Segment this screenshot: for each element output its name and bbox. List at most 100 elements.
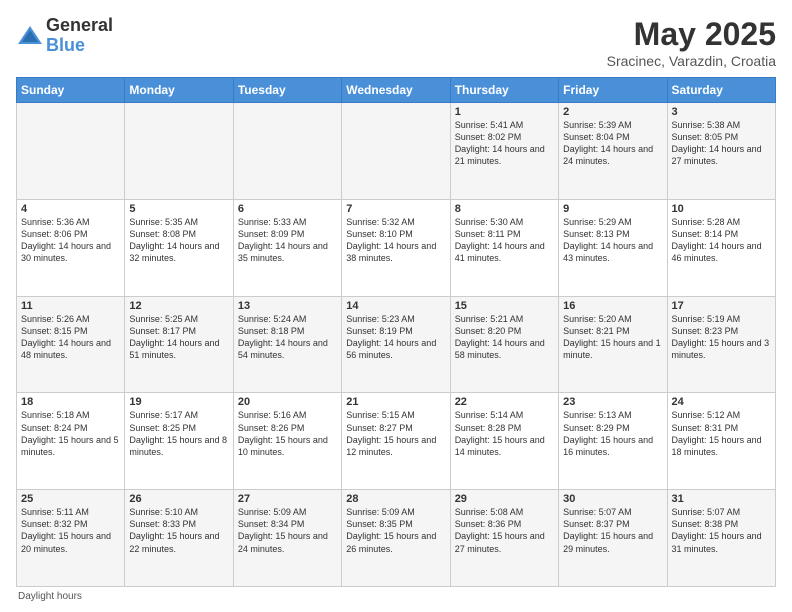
day-info: Sunrise: 5:20 AM Sunset: 8:21 PM Dayligh… (563, 313, 662, 362)
title-block: May 2025 Sracinec, Varazdin, Croatia (607, 16, 776, 69)
header: General Blue May 2025 Sracinec, Varazdin… (16, 16, 776, 69)
logo-icon (16, 22, 44, 50)
day-number: 14 (346, 300, 445, 312)
day-number: 8 (455, 203, 554, 215)
calendar-cell: 7Sunrise: 5:32 AM Sunset: 8:10 PM Daylig… (342, 199, 450, 296)
calendar-cell: 15Sunrise: 5:21 AM Sunset: 8:20 PM Dayli… (450, 296, 558, 393)
day-info: Sunrise: 5:28 AM Sunset: 8:14 PM Dayligh… (672, 216, 771, 265)
day-info: Sunrise: 5:36 AM Sunset: 8:06 PM Dayligh… (21, 216, 120, 265)
footer-note: Daylight hours (16, 591, 776, 602)
col-saturday: Saturday (667, 78, 775, 103)
day-number: 19 (129, 396, 228, 408)
page: General Blue May 2025 Sracinec, Varazdin… (0, 0, 792, 612)
calendar-cell: 25Sunrise: 5:11 AM Sunset: 8:32 PM Dayli… (17, 490, 125, 587)
day-number: 16 (563, 300, 662, 312)
col-monday: Monday (125, 78, 233, 103)
calendar: Sunday Monday Tuesday Wednesday Thursday… (16, 77, 776, 587)
calendar-cell: 2Sunrise: 5:39 AM Sunset: 8:04 PM Daylig… (559, 103, 667, 200)
calendar-cell: 26Sunrise: 5:10 AM Sunset: 8:33 PM Dayli… (125, 490, 233, 587)
day-info: Sunrise: 5:38 AM Sunset: 8:05 PM Dayligh… (672, 119, 771, 168)
calendar-week-1: 1Sunrise: 5:41 AM Sunset: 8:02 PM Daylig… (17, 103, 776, 200)
day-info: Sunrise: 5:12 AM Sunset: 8:31 PM Dayligh… (672, 409, 771, 458)
calendar-cell: 4Sunrise: 5:36 AM Sunset: 8:06 PM Daylig… (17, 199, 125, 296)
day-number: 5 (129, 203, 228, 215)
day-number: 4 (21, 203, 120, 215)
day-number: 28 (346, 493, 445, 505)
day-info: Sunrise: 5:29 AM Sunset: 8:13 PM Dayligh… (563, 216, 662, 265)
day-number: 9 (563, 203, 662, 215)
calendar-cell: 9Sunrise: 5:29 AM Sunset: 8:13 PM Daylig… (559, 199, 667, 296)
day-info: Sunrise: 5:10 AM Sunset: 8:33 PM Dayligh… (129, 506, 228, 555)
calendar-cell: 17Sunrise: 5:19 AM Sunset: 8:23 PM Dayli… (667, 296, 775, 393)
calendar-cell (125, 103, 233, 200)
day-info: Sunrise: 5:23 AM Sunset: 8:19 PM Dayligh… (346, 313, 445, 362)
logo: General Blue (16, 16, 113, 56)
day-info: Sunrise: 5:07 AM Sunset: 8:37 PM Dayligh… (563, 506, 662, 555)
calendar-cell: 10Sunrise: 5:28 AM Sunset: 8:14 PM Dayli… (667, 199, 775, 296)
calendar-cell: 23Sunrise: 5:13 AM Sunset: 8:29 PM Dayli… (559, 393, 667, 490)
calendar-cell (342, 103, 450, 200)
col-thursday: Thursday (450, 78, 558, 103)
day-info: Sunrise: 5:18 AM Sunset: 8:24 PM Dayligh… (21, 409, 120, 458)
calendar-cell: 28Sunrise: 5:09 AM Sunset: 8:35 PM Dayli… (342, 490, 450, 587)
logo-text: General Blue (46, 16, 113, 56)
logo-blue: Blue (46, 36, 113, 56)
day-info: Sunrise: 5:13 AM Sunset: 8:29 PM Dayligh… (563, 409, 662, 458)
calendar-week-5: 25Sunrise: 5:11 AM Sunset: 8:32 PM Dayli… (17, 490, 776, 587)
day-number: 24 (672, 396, 771, 408)
calendar-cell: 29Sunrise: 5:08 AM Sunset: 8:36 PM Dayli… (450, 490, 558, 587)
day-number: 15 (455, 300, 554, 312)
calendar-week-3: 11Sunrise: 5:26 AM Sunset: 8:15 PM Dayli… (17, 296, 776, 393)
day-number: 7 (346, 203, 445, 215)
day-number: 25 (21, 493, 120, 505)
day-info: Sunrise: 5:41 AM Sunset: 8:02 PM Dayligh… (455, 119, 554, 168)
calendar-week-2: 4Sunrise: 5:36 AM Sunset: 8:06 PM Daylig… (17, 199, 776, 296)
col-friday: Friday (559, 78, 667, 103)
day-number: 29 (455, 493, 554, 505)
day-info: Sunrise: 5:35 AM Sunset: 8:08 PM Dayligh… (129, 216, 228, 265)
day-number: 22 (455, 396, 554, 408)
calendar-cell (17, 103, 125, 200)
day-info: Sunrise: 5:15 AM Sunset: 8:27 PM Dayligh… (346, 409, 445, 458)
day-info: Sunrise: 5:33 AM Sunset: 8:09 PM Dayligh… (238, 216, 337, 265)
day-number: 17 (672, 300, 771, 312)
day-info: Sunrise: 5:24 AM Sunset: 8:18 PM Dayligh… (238, 313, 337, 362)
calendar-cell: 5Sunrise: 5:35 AM Sunset: 8:08 PM Daylig… (125, 199, 233, 296)
calendar-cell: 8Sunrise: 5:30 AM Sunset: 8:11 PM Daylig… (450, 199, 558, 296)
calendar-cell: 20Sunrise: 5:16 AM Sunset: 8:26 PM Dayli… (233, 393, 341, 490)
day-info: Sunrise: 5:11 AM Sunset: 8:32 PM Dayligh… (21, 506, 120, 555)
day-info: Sunrise: 5:21 AM Sunset: 8:20 PM Dayligh… (455, 313, 554, 362)
day-number: 13 (238, 300, 337, 312)
day-number: 10 (672, 203, 771, 215)
calendar-cell: 24Sunrise: 5:12 AM Sunset: 8:31 PM Dayli… (667, 393, 775, 490)
calendar-cell: 12Sunrise: 5:25 AM Sunset: 8:17 PM Dayli… (125, 296, 233, 393)
calendar-cell: 30Sunrise: 5:07 AM Sunset: 8:37 PM Dayli… (559, 490, 667, 587)
calendar-cell: 22Sunrise: 5:14 AM Sunset: 8:28 PM Dayli… (450, 393, 558, 490)
day-number: 3 (672, 106, 771, 118)
day-info: Sunrise: 5:17 AM Sunset: 8:25 PM Dayligh… (129, 409, 228, 458)
calendar-cell: 18Sunrise: 5:18 AM Sunset: 8:24 PM Dayli… (17, 393, 125, 490)
daylight-hours-label: Daylight hours (18, 591, 82, 602)
day-info: Sunrise: 5:25 AM Sunset: 8:17 PM Dayligh… (129, 313, 228, 362)
month-year: May 2025 (607, 16, 776, 53)
calendar-cell: 6Sunrise: 5:33 AM Sunset: 8:09 PM Daylig… (233, 199, 341, 296)
calendar-week-4: 18Sunrise: 5:18 AM Sunset: 8:24 PM Dayli… (17, 393, 776, 490)
col-sunday: Sunday (17, 78, 125, 103)
calendar-cell: 21Sunrise: 5:15 AM Sunset: 8:27 PM Dayli… (342, 393, 450, 490)
calendar-cell: 19Sunrise: 5:17 AM Sunset: 8:25 PM Dayli… (125, 393, 233, 490)
calendar-cell: 3Sunrise: 5:38 AM Sunset: 8:05 PM Daylig… (667, 103, 775, 200)
calendar-cell: 1Sunrise: 5:41 AM Sunset: 8:02 PM Daylig… (450, 103, 558, 200)
calendar-cell: 11Sunrise: 5:26 AM Sunset: 8:15 PM Dayli… (17, 296, 125, 393)
day-info: Sunrise: 5:39 AM Sunset: 8:04 PM Dayligh… (563, 119, 662, 168)
logo-general: General (46, 16, 113, 36)
day-number: 20 (238, 396, 337, 408)
calendar-cell: 13Sunrise: 5:24 AM Sunset: 8:18 PM Dayli… (233, 296, 341, 393)
day-info: Sunrise: 5:14 AM Sunset: 8:28 PM Dayligh… (455, 409, 554, 458)
calendar-cell: 14Sunrise: 5:23 AM Sunset: 8:19 PM Dayli… (342, 296, 450, 393)
day-number: 11 (21, 300, 120, 312)
day-info: Sunrise: 5:09 AM Sunset: 8:34 PM Dayligh… (238, 506, 337, 555)
col-tuesday: Tuesday (233, 78, 341, 103)
day-info: Sunrise: 5:16 AM Sunset: 8:26 PM Dayligh… (238, 409, 337, 458)
day-info: Sunrise: 5:26 AM Sunset: 8:15 PM Dayligh… (21, 313, 120, 362)
day-number: 31 (672, 493, 771, 505)
